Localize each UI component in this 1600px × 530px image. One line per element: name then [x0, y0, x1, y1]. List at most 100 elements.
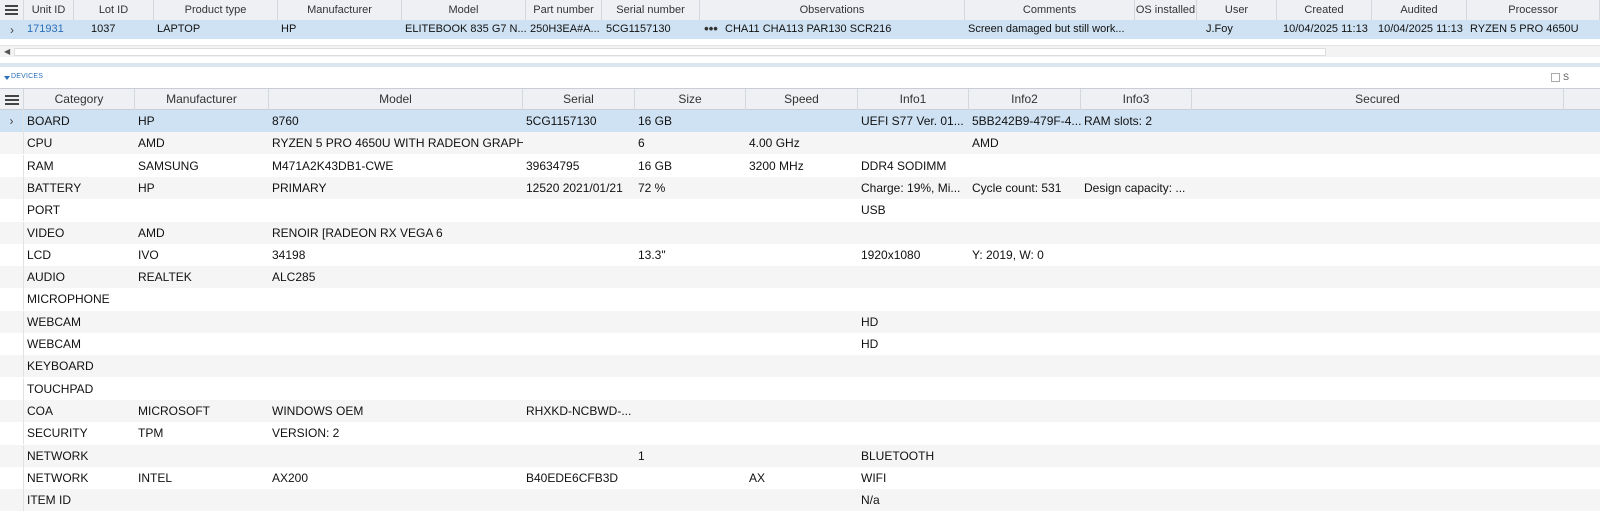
col-processor[interactable]: Processor: [1467, 0, 1600, 20]
col-info2[interactable]: Info2: [969, 89, 1081, 110]
device-serial-cell: 12520 2021/01/21: [526, 180, 623, 195]
units-column-menu-icon[interactable]: [0, 0, 24, 20]
device-size-cell: [635, 489, 746, 511]
row-indicator[interactable]: [0, 310, 24, 333]
scrollbar-thumb[interactable]: [14, 48, 1326, 56]
col-comments[interactable]: Comments: [965, 0, 1135, 20]
device-size-cell: [635, 311, 746, 333]
device-model-cell: [269, 489, 523, 511]
devices-column-menu-icon[interactable]: [0, 89, 24, 110]
device-row[interactable]: CPU AMD RYZEN 5 PRO 4650U WITH RADEON GRAP…: [0, 132, 1600, 155]
device-manufacturer-cell: REALTEK: [138, 270, 192, 285]
units-row[interactable]: › 171931 1037 LAPTOP HP ELITEBOOK 835 G7…: [0, 20, 1600, 39]
device-category-cell: NETWORK: [27, 470, 89, 485]
device-category-cell: VIDEO: [27, 225, 65, 240]
col-product-type[interactable]: Product type: [154, 0, 278, 20]
row-indicator[interactable]: [0, 154, 24, 177]
device-row[interactable]: BATTERY HP PRIMARY 12520 2021/01/21 72 % Char…: [0, 176, 1600, 199]
col-manufacturer[interactable]: Manufacturer: [278, 0, 402, 20]
device-category-cell: BOARD: [27, 114, 70, 128]
col-size[interactable]: Size: [635, 89, 746, 110]
device-secured-cell: [1192, 266, 1564, 288]
devices-group-header[interactable]: DEVICES S: [0, 72, 1600, 86]
col-audited[interactable]: Audited: [1372, 0, 1467, 20]
col-created[interactable]: Created: [1277, 0, 1372, 20]
device-row[interactable]: WEBCAM HD: [0, 310, 1600, 333]
col-category[interactable]: Category: [24, 89, 135, 110]
row-indicator[interactable]: [0, 399, 24, 422]
device-manufacturer-cell: HP: [138, 180, 155, 195]
row-indicator[interactable]: [0, 377, 24, 400]
device-model-cell: RYZEN 5 PRO 4650U WITH RADEON GRAPH...: [272, 136, 523, 151]
device-row[interactable]: AUDIO REALTEK ALC285: [0, 266, 1600, 289]
row-indicator[interactable]: [0, 333, 24, 355]
unit-id-link[interactable]: 171931: [24, 20, 74, 39]
user-value: J.Foy: [1206, 23, 1233, 35]
device-row[interactable]: RAM SAMSUNG M471A2K43DB1-CWE 39634795 16 GB 3…: [0, 154, 1600, 177]
col-model[interactable]: Model: [269, 89, 523, 110]
col-manufacturer[interactable]: Manufacturer: [135, 89, 269, 110]
device-row[interactable]: KEYBOARD: [0, 355, 1600, 378]
horizontal-scrollbar[interactable]: ◀: [0, 45, 1600, 57]
secured-checkbox[interactable]: [1551, 73, 1560, 82]
device-row[interactable]: WEBCAM HD: [0, 333, 1600, 355]
device-row[interactable]: PORT USB: [0, 199, 1600, 222]
row-indicator[interactable]: [0, 199, 24, 222]
col-serial-number[interactable]: Serial number: [602, 0, 700, 20]
device-info3-cell: [1081, 288, 1192, 310]
col-os-installed[interactable]: OS installed: [1135, 0, 1197, 20]
device-row[interactable]: LCD IVO 34198 13.3" 1920x1080 Y: 2019, W: 0: [0, 243, 1600, 266]
observations-more-button[interactable]: •••: [700, 21, 722, 38]
device-secured-cell: [1192, 467, 1564, 489]
col-info3[interactable]: Info3: [1081, 89, 1192, 110]
device-row[interactable]: ITEM ID N/a: [0, 489, 1600, 512]
device-row[interactable]: COA MICROSOFT WINDOWS OEM RHXKD-NCBWD-...: [0, 399, 1600, 422]
device-secured-cell: [1192, 333, 1564, 355]
row-indicator[interactable]: [0, 132, 24, 155]
device-size-cell: [635, 422, 746, 444]
col-model[interactable]: Model: [402, 0, 526, 20]
checkbox-label: S: [1563, 72, 1570, 82]
device-serial-cell: [523, 266, 635, 288]
col-lot-id[interactable]: Lot ID: [74, 0, 154, 20]
device-row[interactable]: NETWORK INTEL AX200 B40EDE6CFB3D AX WIFI: [0, 466, 1600, 489]
device-model-cell: 8760: [272, 114, 299, 128]
row-indicator[interactable]: [0, 266, 24, 289]
scroll-left-icon[interactable]: ◀: [4, 46, 10, 57]
device-info2-cell: [969, 467, 1081, 489]
device-row[interactable]: › BOARD HP 8760 5CG1157130 16 GB UEFI S77 Ver.…: [0, 110, 1600, 132]
row-expand-icon[interactable]: ›: [0, 20, 24, 39]
col-serial[interactable]: Serial: [523, 89, 635, 110]
device-row[interactable]: SECURITY TPM VERSION: 2: [0, 422, 1600, 445]
device-row[interactable]: TOUCHPAD: [0, 377, 1600, 400]
devices-group-label[interactable]: DEVICES: [11, 73, 43, 80]
device-info2-cell: [969, 311, 1081, 333]
col-part-number[interactable]: Part number: [526, 0, 602, 20]
row-indicator[interactable]: [0, 355, 24, 378]
row-indicator[interactable]: [0, 221, 24, 244]
device-row[interactable]: MICROPHONE: [0, 288, 1600, 311]
device-secured-cell: [1192, 110, 1564, 132]
panel-splitter[interactable]: [0, 63, 1600, 67]
collapse-caret-icon[interactable]: [4, 76, 10, 80]
col-unit-id[interactable]: Unit ID: [24, 0, 74, 20]
device-info3-cell: [1081, 222, 1192, 244]
created-value: 10/04/2025 11:13: [1283, 23, 1368, 35]
row-expand-icon[interactable]: ›: [0, 110, 24, 132]
col-speed[interactable]: Speed: [746, 89, 858, 110]
row-indicator[interactable]: [0, 288, 24, 311]
row-indicator[interactable]: [0, 422, 24, 445]
col-secured[interactable]: Secured: [1192, 89, 1564, 110]
row-indicator[interactable]: [0, 243, 24, 266]
row-indicator[interactable]: [0, 466, 24, 489]
row-indicator[interactable]: [0, 176, 24, 199]
row-indicator[interactable]: [0, 444, 24, 467]
row-indicator[interactable]: [0, 489, 24, 512]
col-user[interactable]: User: [1197, 0, 1277, 20]
device-row[interactable]: VIDEO AMD RENOIR [RADEON RX VEGA 6: [0, 221, 1600, 244]
device-info1-cell: USB: [861, 203, 886, 218]
col-info1[interactable]: Info1: [858, 89, 969, 110]
device-row[interactable]: NETWORK 1 BLUETOOTH: [0, 444, 1600, 467]
col-observations[interactable]: Observations: [700, 0, 965, 20]
device-category-cell: PORT: [27, 203, 61, 218]
